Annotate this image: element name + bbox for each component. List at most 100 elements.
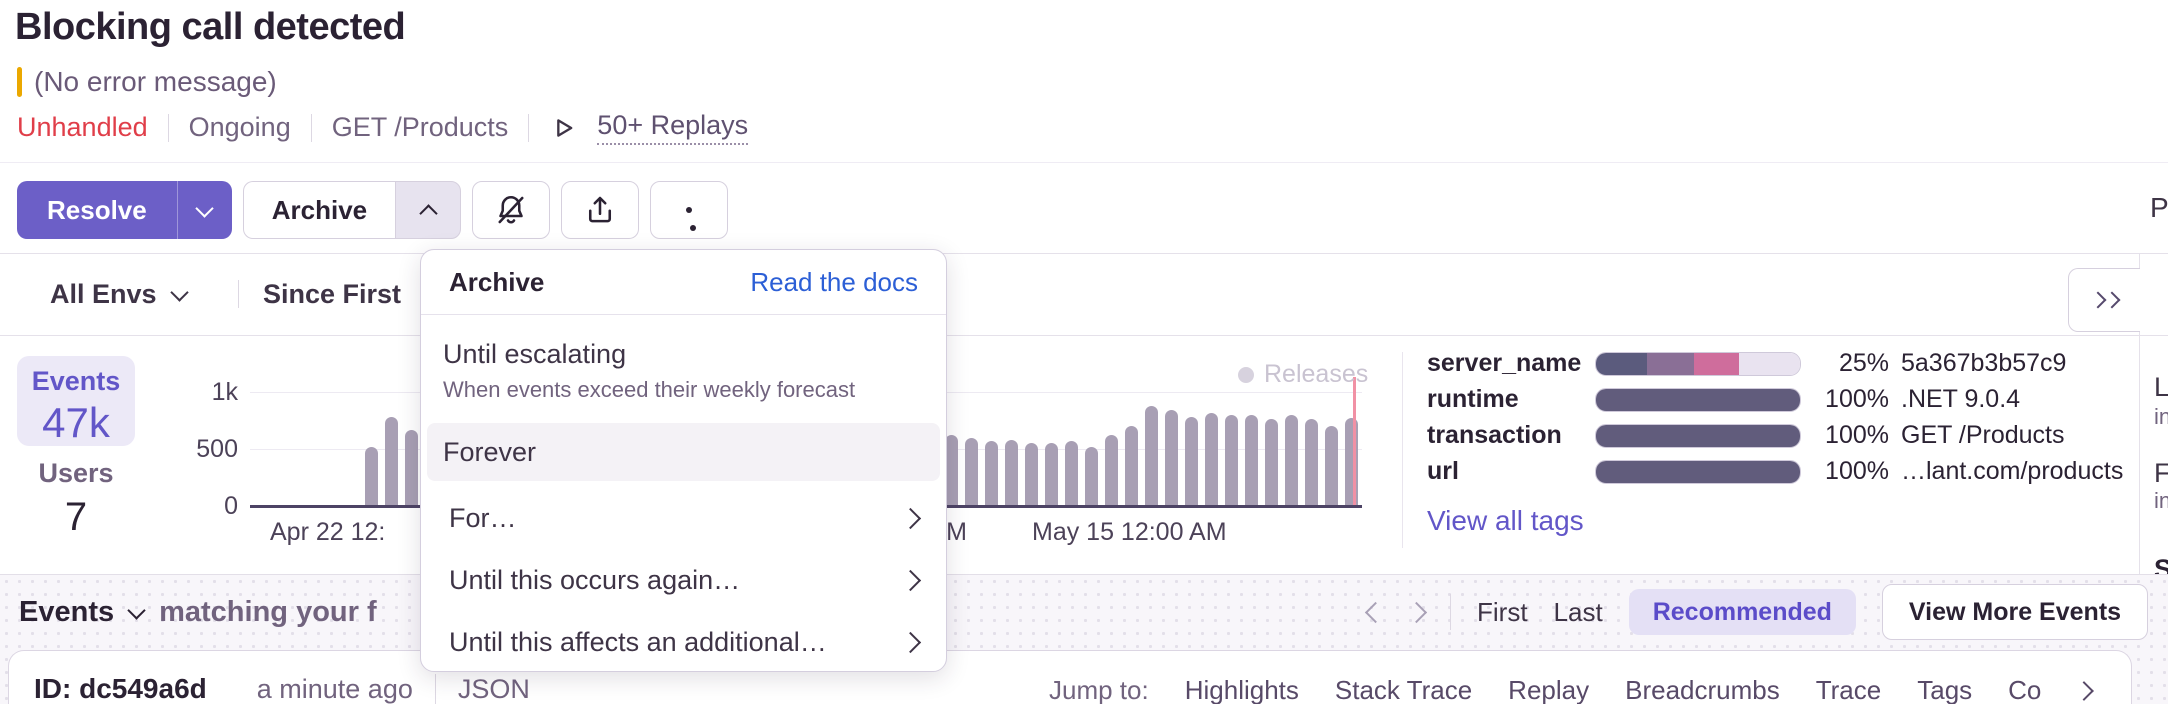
jump-link-breadcrumbs[interactable]: Breadcrumbs <box>1625 675 1780 704</box>
double-chevron-right-icon <box>2092 294 2118 306</box>
archive-dropdown-menu: Archive Read the docs Until escalating W… <box>420 249 947 672</box>
bell-slash-icon <box>493 192 529 228</box>
menu-item-until-occurs-again[interactable]: Until this occurs again… <box>427 549 940 611</box>
json-link[interactable]: JSON <box>458 674 530 704</box>
tag-value: …lant.com/products <box>1901 457 2123 486</box>
jump-link-clipped[interactable]: Co <box>2008 675 2041 704</box>
environment-selector[interactable]: All Envs <box>50 254 186 335</box>
sidebar-clipped-text: F <box>2154 458 2168 489</box>
resolve-button[interactable]: Resolve <box>17 181 177 239</box>
unhandled-badge: Unhandled <box>17 112 148 143</box>
recommended-badge[interactable]: Recommended <box>1629 589 1856 635</box>
tag-key: transaction <box>1427 421 1595 450</box>
chart-legend[interactable]: Releases <box>1238 360 1368 389</box>
menu-item-label: For… <box>449 503 517 534</box>
period-label: Since First <box>263 279 401 310</box>
jump-link-stack-trace[interactable]: Stack Trace <box>1335 675 1472 704</box>
error-message: (No error message) <box>34 66 277 98</box>
tag-value: .NET 9.0.4 <box>1901 385 2020 414</box>
event-time-ago: a minute ago <box>257 674 413 704</box>
menu-item-for[interactable]: For… <box>427 487 940 549</box>
tag-row[interactable]: url 100% …lant.com/products <box>1427 460 2123 483</box>
play-icon <box>549 114 577 142</box>
jump-link-replay[interactable]: Replay <box>1508 675 1589 704</box>
users-stat[interactable]: Users 7 <box>17 458 135 540</box>
prev-event-icon[interactable] <box>1365 601 1386 622</box>
filter-bar: All Envs Since First <box>0 253 2168 336</box>
releases-dot-icon <box>1238 367 1254 383</box>
read-the-docs-link[interactable]: Read the docs <box>750 267 918 298</box>
tag-row[interactable]: transaction 100% GET /Products <box>1427 424 2123 447</box>
share-button[interactable] <box>561 181 639 239</box>
users-stat-label: Users <box>17 458 135 489</box>
y-tick-500: 500 <box>150 435 238 464</box>
archive-menu-title: Archive <box>449 267 544 298</box>
chevron-right-icon <box>900 631 921 652</box>
tag-value: 5a367b3b57c9 <box>1901 349 2066 378</box>
jump-link-highlights[interactable]: Highlights <box>1185 675 1299 704</box>
menu-item-label: Until escalating <box>443 339 924 370</box>
release-line <box>1353 377 1356 506</box>
scroll-right-icon[interactable] <box>2075 681 2095 701</box>
resolve-dropdown-button[interactable] <box>177 181 232 239</box>
tag-key: runtime <box>1427 385 1595 414</box>
tag-distribution-bar <box>1595 424 1801 448</box>
menu-item-forever[interactable]: Forever <box>427 423 940 481</box>
sidebar-clipped-text: P <box>2150 192 2168 224</box>
tag-row[interactable]: server_name 25% 5a367b3b57c9 <box>1427 352 2123 375</box>
users-stat-value: 7 <box>17 495 135 540</box>
menu-item-until-affects-additional[interactable]: Until this affects an additional… <box>427 611 940 673</box>
event-detail-card: ID: dc549a6d a minute ago JSON Jump to: … <box>8 650 2132 704</box>
tag-key: url <box>1427 457 1595 486</box>
tag-value: GET /Products <box>1901 421 2065 450</box>
jump-link-trace[interactable]: Trace <box>1816 675 1882 704</box>
status-ongoing: Ongoing <box>189 112 291 143</box>
divider <box>435 674 436 704</box>
mute-button[interactable] <box>472 181 550 239</box>
last-event-link[interactable]: Last <box>1554 597 1603 628</box>
collapse-sidebar-button[interactable] <box>2068 268 2140 332</box>
events-filter-text: matching your f <box>159 596 377 629</box>
upload-icon <box>582 192 618 228</box>
level-indicator-bar <box>17 67 22 97</box>
sidebar-clipped-text: in <box>2154 488 2168 514</box>
replays-link[interactable]: 50+ Replays <box>597 110 748 145</box>
chevron-down-icon[interactable] <box>127 601 145 619</box>
events-stat-value: 47k <box>17 399 135 447</box>
divider <box>528 114 529 142</box>
menu-item-label: Until this occurs again… <box>449 565 740 596</box>
tag-key: server_name <box>1427 349 1595 378</box>
archive-dropdown-button[interactable] <box>395 181 461 239</box>
tag-distribution-bar <box>1595 460 1801 484</box>
x-tick-apr22: Apr 22 12: <box>270 518 385 547</box>
chevron-up-icon <box>419 204 437 222</box>
divider <box>238 280 239 308</box>
menu-item-until-escalating[interactable]: Until escalating When events exceed thei… <box>427 323 940 409</box>
environment-label: All Envs <box>50 279 157 310</box>
tag-distribution-bar <box>1595 352 1801 376</box>
archive-button-group: Archive <box>243 181 461 239</box>
y-tick-0: 0 <box>150 492 238 521</box>
archive-button[interactable]: Archive <box>243 181 395 239</box>
more-actions-button[interactable] <box>650 181 728 239</box>
header-divider <box>0 162 2168 163</box>
events-stat-label: Events <box>17 366 135 397</box>
events-section-label[interactable]: Events <box>19 596 114 629</box>
period-selector[interactable]: Since First <box>263 254 401 335</box>
jump-to-label: Jump to: <box>1049 675 1149 704</box>
divider <box>1402 352 1403 548</box>
event-id: ID: dc549a6d <box>34 673 207 704</box>
view-all-tags-link[interactable]: View all tags <box>1427 505 1584 537</box>
x-tick-may15: May 15 12:00 AM <box>1032 518 1227 547</box>
tag-row[interactable]: runtime 100% .NET 9.0.4 <box>1427 388 2123 411</box>
chevron-right-icon <box>900 507 921 528</box>
view-more-events-button[interactable]: View More Events <box>1882 584 2148 640</box>
sidebar-clipped-text: L <box>2154 372 2168 403</box>
divider <box>311 114 312 142</box>
next-event-icon[interactable] <box>1406 601 1427 622</box>
events-stat-badge[interactable]: Events 47k <box>17 356 135 446</box>
resolve-button-group: Resolve <box>17 181 232 239</box>
menu-item-label: Forever <box>443 437 536 468</box>
first-event-link[interactable]: First <box>1477 597 1528 628</box>
jump-link-tags[interactable]: Tags <box>1917 675 1972 704</box>
